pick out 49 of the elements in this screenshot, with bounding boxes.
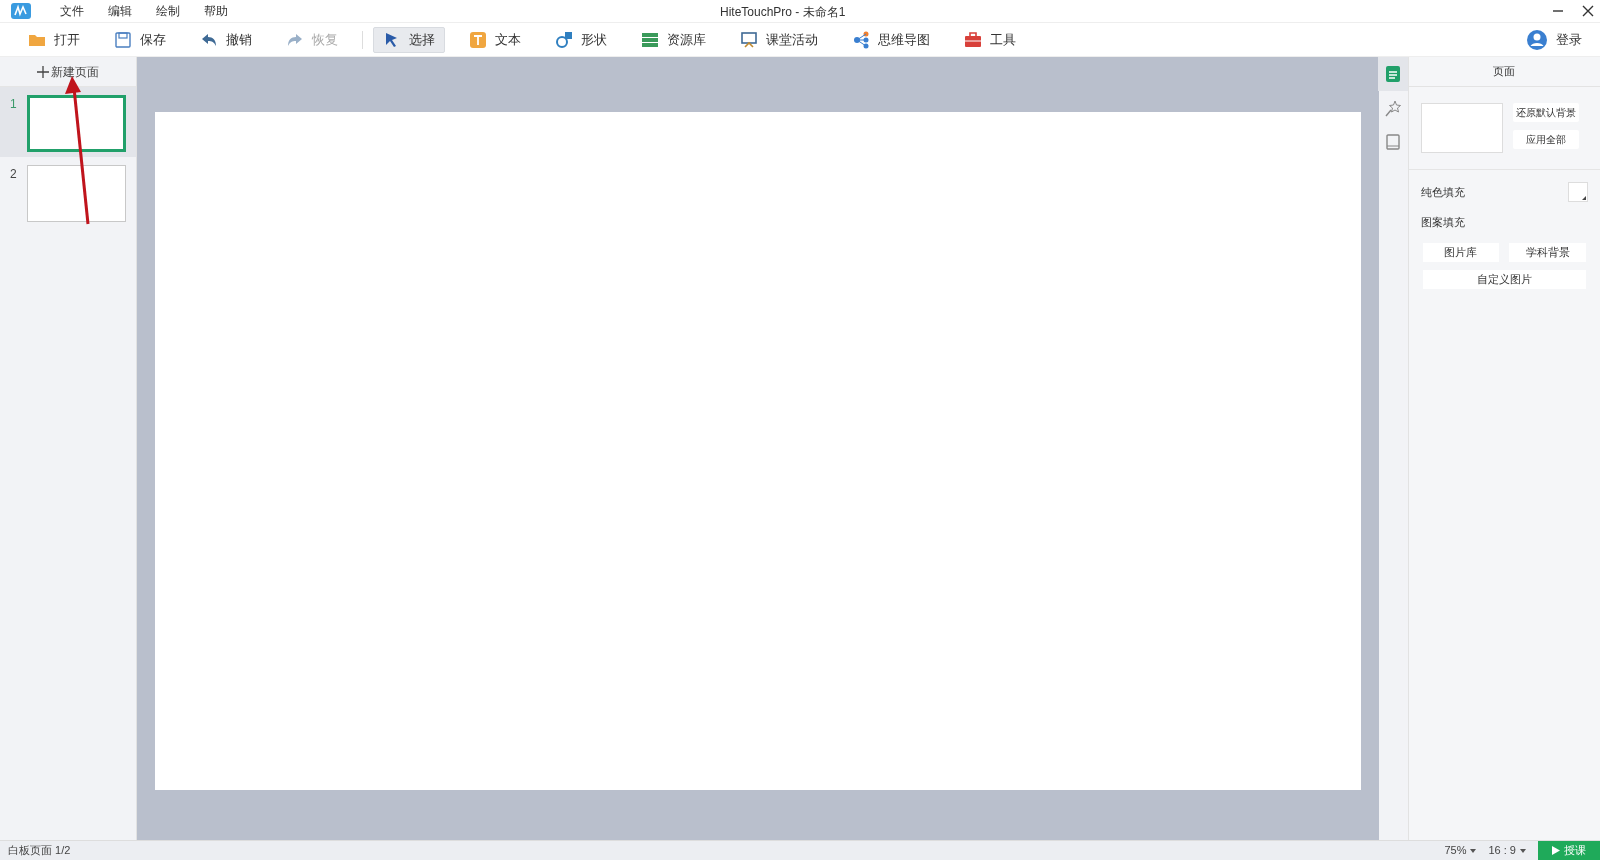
menu-item[interactable]: 编辑 [108, 2, 132, 20]
apply-all-button[interactable]: 应用全部 [1512, 130, 1579, 149]
tablet-icon [1384, 133, 1403, 151]
close-icon[interactable] [1582, 5, 1594, 17]
library-button[interactable]: 资源库 [631, 26, 716, 53]
image-gallery-button[interactable]: 图片库 [1422, 242, 1500, 262]
undo-button[interactable]: 撤销 [190, 26, 262, 53]
side-tab[interactable] [1378, 57, 1409, 91]
page-thumbnail[interactable] [27, 95, 126, 152]
toolbox-icon [964, 30, 982, 49]
menu-item[interactable]: 文件 [60, 2, 84, 20]
page-info: 白板页面 1/2 [8, 843, 71, 859]
window-title: HiteTouchPro - 未命名1 [720, 4, 846, 21]
panel-title: 页面 [1408, 57, 1600, 87]
ratio-dropdown[interactable]: 16 : 9 [1488, 842, 1526, 859]
new-page-button[interactable]: 新建页面 [36, 62, 99, 81]
select-button[interactable]: 选择 [373, 26, 445, 53]
pattern-fill-label: 图案填充 [1419, 215, 1466, 230]
plus-icon [36, 65, 49, 78]
tools-button[interactable]: 工具 [954, 26, 1026, 53]
caret-icon [1520, 848, 1526, 853]
mind-map-icon [852, 30, 870, 49]
magic-wand-icon [1384, 99, 1403, 117]
menu-item[interactable]: 帮助 [204, 2, 228, 20]
custom-image-button[interactable]: 自定义图片 [1422, 269, 1586, 289]
caret-icon [1470, 848, 1477, 853]
open-button[interactable]: 打开 [18, 26, 90, 53]
color-swatch[interactable] [1568, 182, 1588, 202]
zoom-dropdown[interactable]: 75% [1444, 842, 1477, 859]
play-icon [1552, 846, 1560, 855]
stack-icon [641, 30, 659, 49]
mindmap-button[interactable]: 思维导图 [842, 26, 940, 53]
activity-button[interactable]: 课堂活动 [730, 26, 828, 53]
page-thumbnail[interactable] [27, 165, 126, 222]
shapes-icon [555, 30, 573, 49]
easel-icon [740, 30, 758, 49]
subject-background-button[interactable]: 学科背景 [1509, 242, 1586, 262]
login-link[interactable]: 登录 [1556, 29, 1582, 50]
page-number: 1 [10, 96, 18, 113]
menu-item[interactable]: 绘制 [156, 2, 180, 20]
solid-fill-label: 纯色填充 [1420, 184, 1465, 200]
page-number: 2 [10, 166, 18, 183]
user-avatar-icon[interactable] [1526, 28, 1548, 51]
document-icon [1384, 65, 1403, 83]
text-icon [469, 30, 487, 49]
restore-background-button[interactable]: 还原默认背景 [1512, 103, 1579, 122]
save-button[interactable]: 保存 [104, 26, 176, 53]
text-button[interactable]: 文本 [459, 26, 531, 53]
shape-button[interactable]: 形状 [545, 26, 617, 53]
